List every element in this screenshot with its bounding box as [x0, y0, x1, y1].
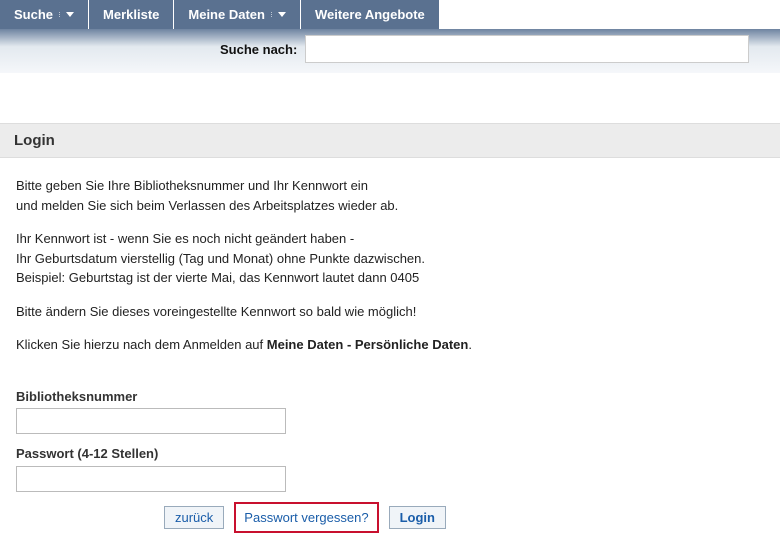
chevron-down-icon[interactable]	[59, 12, 74, 17]
nav-merkliste[interactable]: Merkliste	[89, 0, 174, 29]
login-content: Bitte geben Sie Ihre Bibliotheksnummer u…	[0, 158, 780, 553]
password-field: Passwort (4-12 Stellen)	[16, 444, 764, 492]
search-input[interactable]	[305, 35, 749, 63]
search-bar: Suche nach:	[0, 29, 780, 73]
password-label: Passwort (4-12 Stellen)	[16, 444, 764, 464]
instruction-para-4: Klicken Sie hierzu nach dem Anmelden auf…	[16, 335, 764, 355]
button-row: zurück Passwort vergessen? Login	[164, 502, 764, 534]
search-label: Suche nach:	[220, 42, 297, 57]
instruction-para-1: Bitte geben Sie Ihre Bibliotheksnummer u…	[16, 176, 764, 215]
nav-merkliste-label: Merkliste	[103, 7, 159, 22]
forgot-password-link[interactable]: Passwort vergessen?	[244, 510, 368, 525]
nav-meine-daten-label: Meine Daten	[188, 7, 265, 22]
chevron-down-icon[interactable]	[271, 12, 286, 17]
forgot-password-highlight: Passwort vergessen?	[234, 502, 378, 534]
password-input[interactable]	[16, 466, 286, 492]
libnum-input[interactable]	[16, 408, 286, 434]
nav-search-label: Suche	[14, 7, 53, 22]
login-button[interactable]: Login	[389, 506, 446, 529]
instruction-para-2: Ihr Kennwort ist - wenn Sie es noch nich…	[16, 229, 764, 288]
top-nav: Suche Merkliste Meine Daten Weitere Ange…	[0, 0, 780, 29]
nav-search[interactable]: Suche	[0, 0, 89, 29]
nav-weitere-label: Weitere Angebote	[315, 7, 425, 22]
nav-weitere[interactable]: Weitere Angebote	[301, 0, 440, 29]
page-title: Login	[0, 123, 780, 158]
libnum-label: Bibliotheksnummer	[16, 387, 764, 407]
nav-meine-daten[interactable]: Meine Daten	[174, 0, 301, 29]
libnum-field: Bibliotheksnummer	[16, 387, 764, 435]
instruction-para-3: Bitte ändern Sie dieses voreingestellte …	[16, 302, 764, 322]
back-button[interactable]: zurück	[164, 506, 224, 529]
